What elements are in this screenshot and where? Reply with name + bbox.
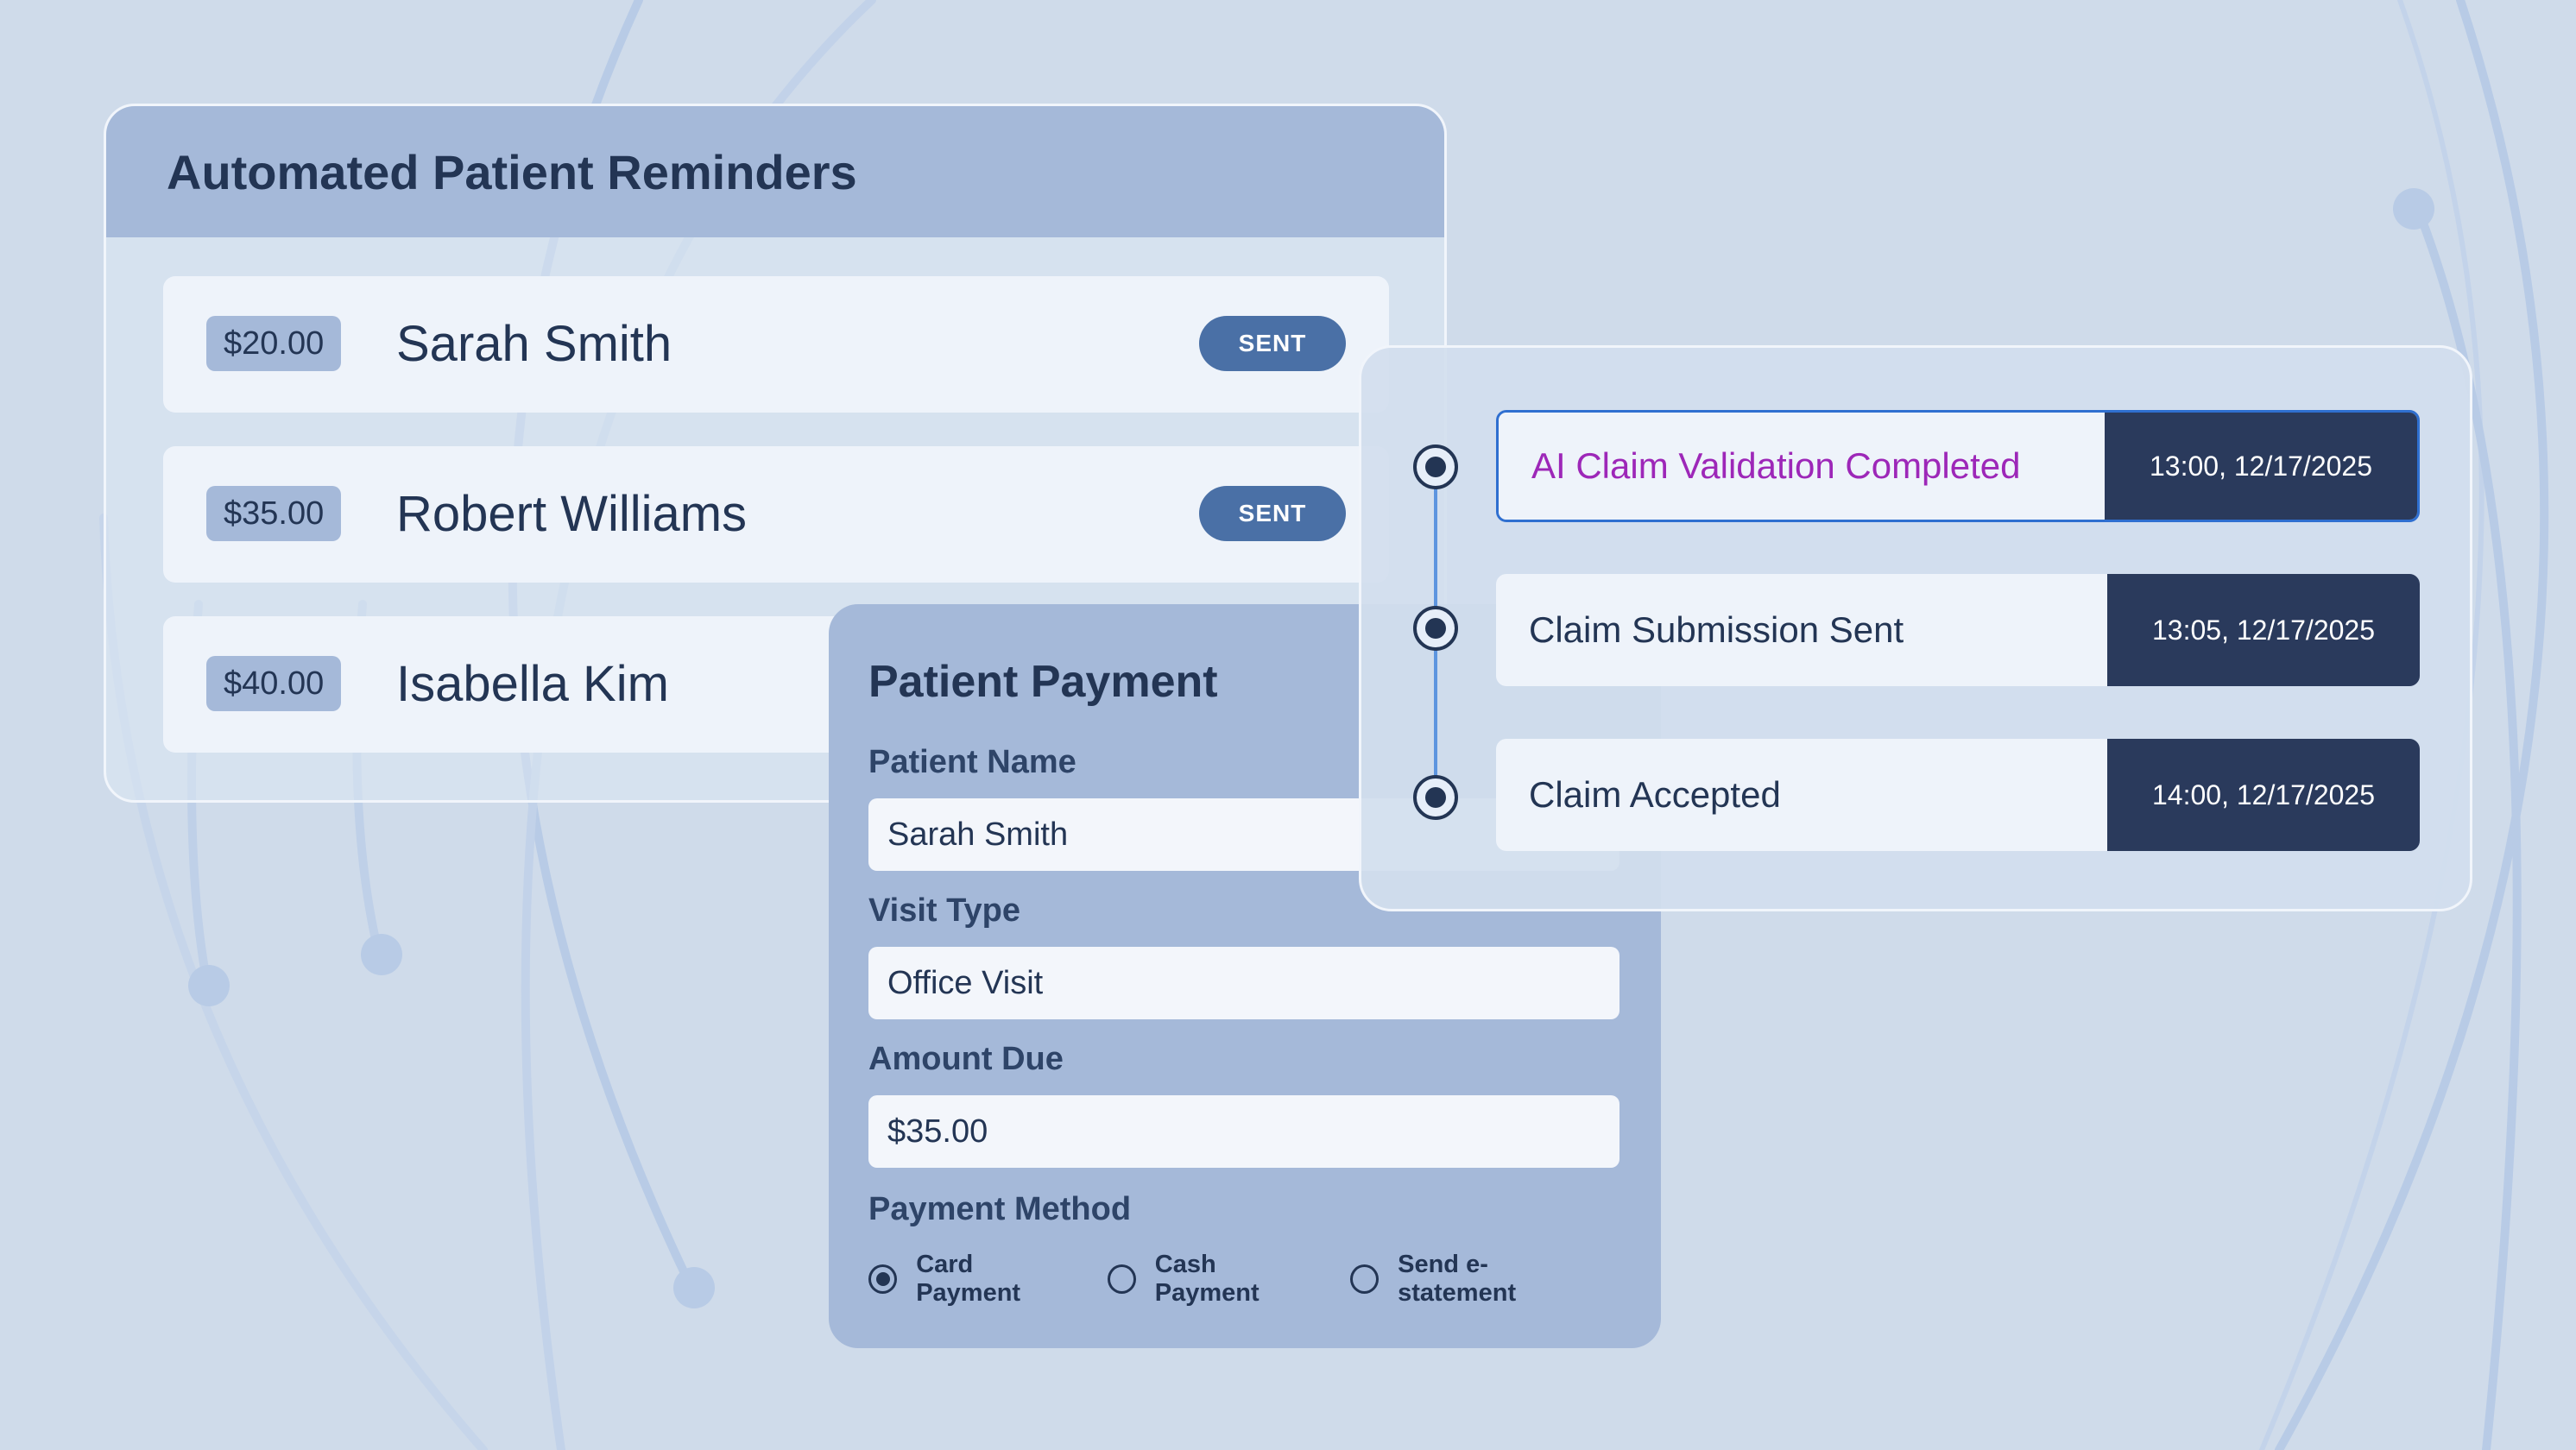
amount-badge: $40.00 [206, 656, 342, 711]
timeline-event[interactable]: Claim Submission Sent 13:05, 12/17/2025 [1496, 574, 2420, 686]
timeline-event-label: Claim Accepted [1496, 739, 2107, 851]
timeline-dot-icon [1413, 775, 1458, 820]
radio-card-payment[interactable]: Card Payment [868, 1251, 1080, 1308]
timeline-event-time: 13:05, 12/17/2025 [2107, 574, 2420, 686]
reminder-row[interactable]: $20.00 Sarah Smith SENT [163, 276, 1389, 413]
patient-name: Sarah Smith [396, 316, 672, 372]
timeline-event-time: 14:00, 12/17/2025 [2107, 739, 2420, 851]
radio-checked-icon[interactable] [868, 1264, 898, 1294]
patient-name: Robert Williams [396, 486, 748, 542]
timeline-dot-icon [1413, 444, 1458, 489]
reminders-title: Automated Patient Reminders [167, 144, 857, 199]
amount-due-label: Amount Due [868, 1041, 1064, 1077]
payment-method-options: Card Payment Cash Payment Send e-stateme… [868, 1251, 1628, 1307]
reminder-row[interactable]: $35.00 Robert Williams SENT [163, 446, 1389, 583]
patient-name-label: Patient Name [868, 744, 1076, 780]
sent-status-badge: SENT [1199, 316, 1346, 371]
radio-cash-payment[interactable]: Cash Payment [1107, 1251, 1323, 1308]
radio-label: Cash Payment [1154, 1251, 1260, 1307]
amount-badge: $20.00 [206, 316, 342, 371]
payment-method-label: Payment Method [868, 1191, 1132, 1227]
radio-unchecked-icon[interactable] [1349, 1264, 1380, 1294]
visit-type-label: Visit Type [868, 892, 1020, 929]
timeline-event-label: Claim Submission Sent [1496, 574, 2107, 686]
claim-timeline-card: AI Claim Validation Completed 13:00, 12/… [1359, 345, 2472, 911]
payment-title: Patient Payment [868, 657, 1218, 707]
patient-name: Isabella Kim [396, 656, 669, 712]
radio-unchecked-icon[interactable] [1107, 1264, 1136, 1294]
radio-send-e-statement[interactable]: Send e-statement [1349, 1251, 1601, 1308]
radio-label: Card Payment [916, 1251, 1021, 1307]
timeline-event[interactable]: Claim Accepted 14:00, 12/17/2025 [1496, 739, 2420, 851]
timeline-event-label: AI Claim Validation Completed [1499, 413, 2105, 520]
sent-status-badge: SENT [1199, 486, 1346, 541]
reminders-header: Automated Patient Reminders [106, 106, 1444, 237]
amount-due-field[interactable]: $35.00 [868, 1095, 1619, 1168]
timeline-dot-icon [1413, 606, 1458, 651]
visit-type-field[interactable]: Office Visit [868, 947, 1619, 1019]
radio-label: Send e-statement [1398, 1251, 1517, 1307]
timeline-event-time: 13:00, 12/17/2025 [2105, 413, 2417, 520]
amount-badge: $35.00 [206, 486, 342, 541]
timeline-event[interactable]: AI Claim Validation Completed 13:00, 12/… [1496, 410, 2420, 522]
